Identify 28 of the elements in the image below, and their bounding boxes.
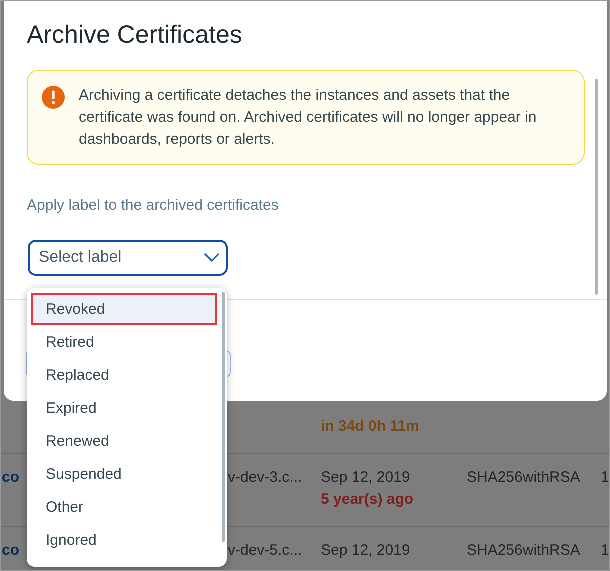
dropdown-option[interactable]: Replaced (31, 359, 217, 391)
field-label: Apply label to the archived certificates (27, 197, 280, 214)
alert-message: Archiving a certificate detaches the instances and assets that the certificate was found on. Archived certificates will no longer appear in dashboards, reports or alerts. (79, 86, 538, 150)
table-cell: 1 (601, 469, 609, 486)
scrollbar[interactable] (222, 292, 225, 542)
table-cell: SHA256withRSA (467, 542, 580, 559)
table-cell: 1 (601, 542, 609, 559)
table-cell: v-dev-5.c... (228, 542, 302, 559)
table-cell: co (2, 469, 20, 486)
warning-icon (42, 86, 65, 109)
dropdown-option[interactable]: Renewed (31, 425, 217, 457)
chevron-down-icon (204, 253, 220, 263)
table-cell: SHA256withRSA (467, 469, 580, 486)
relative-time: in 34d 0h 11m (321, 418, 420, 435)
dropdown-option[interactable]: Expired (31, 392, 217, 424)
relative-time: 5 year(s) ago (321, 491, 415, 508)
dropdown-option[interactable]: Retired (31, 326, 217, 358)
dropdown-option[interactable]: Other (31, 491, 217, 523)
dropdown-option[interactable]: Ignored (31, 524, 217, 556)
scrollbar[interactable] (595, 79, 598, 295)
table-cell-text: Sep 12, 2019 (321, 542, 412, 559)
table-cell-text: Sep 12, 2019 (321, 469, 412, 486)
dialog-title: Archive Certificates (27, 21, 244, 50)
label-select[interactable]: Select label (28, 240, 228, 276)
dropdown-option[interactable]: Suspended (31, 458, 217, 490)
table-cell: v-dev-3.c... (228, 469, 302, 486)
table-cell: co (2, 542, 20, 559)
dropdown-option[interactable]: Revoked (31, 293, 217, 325)
